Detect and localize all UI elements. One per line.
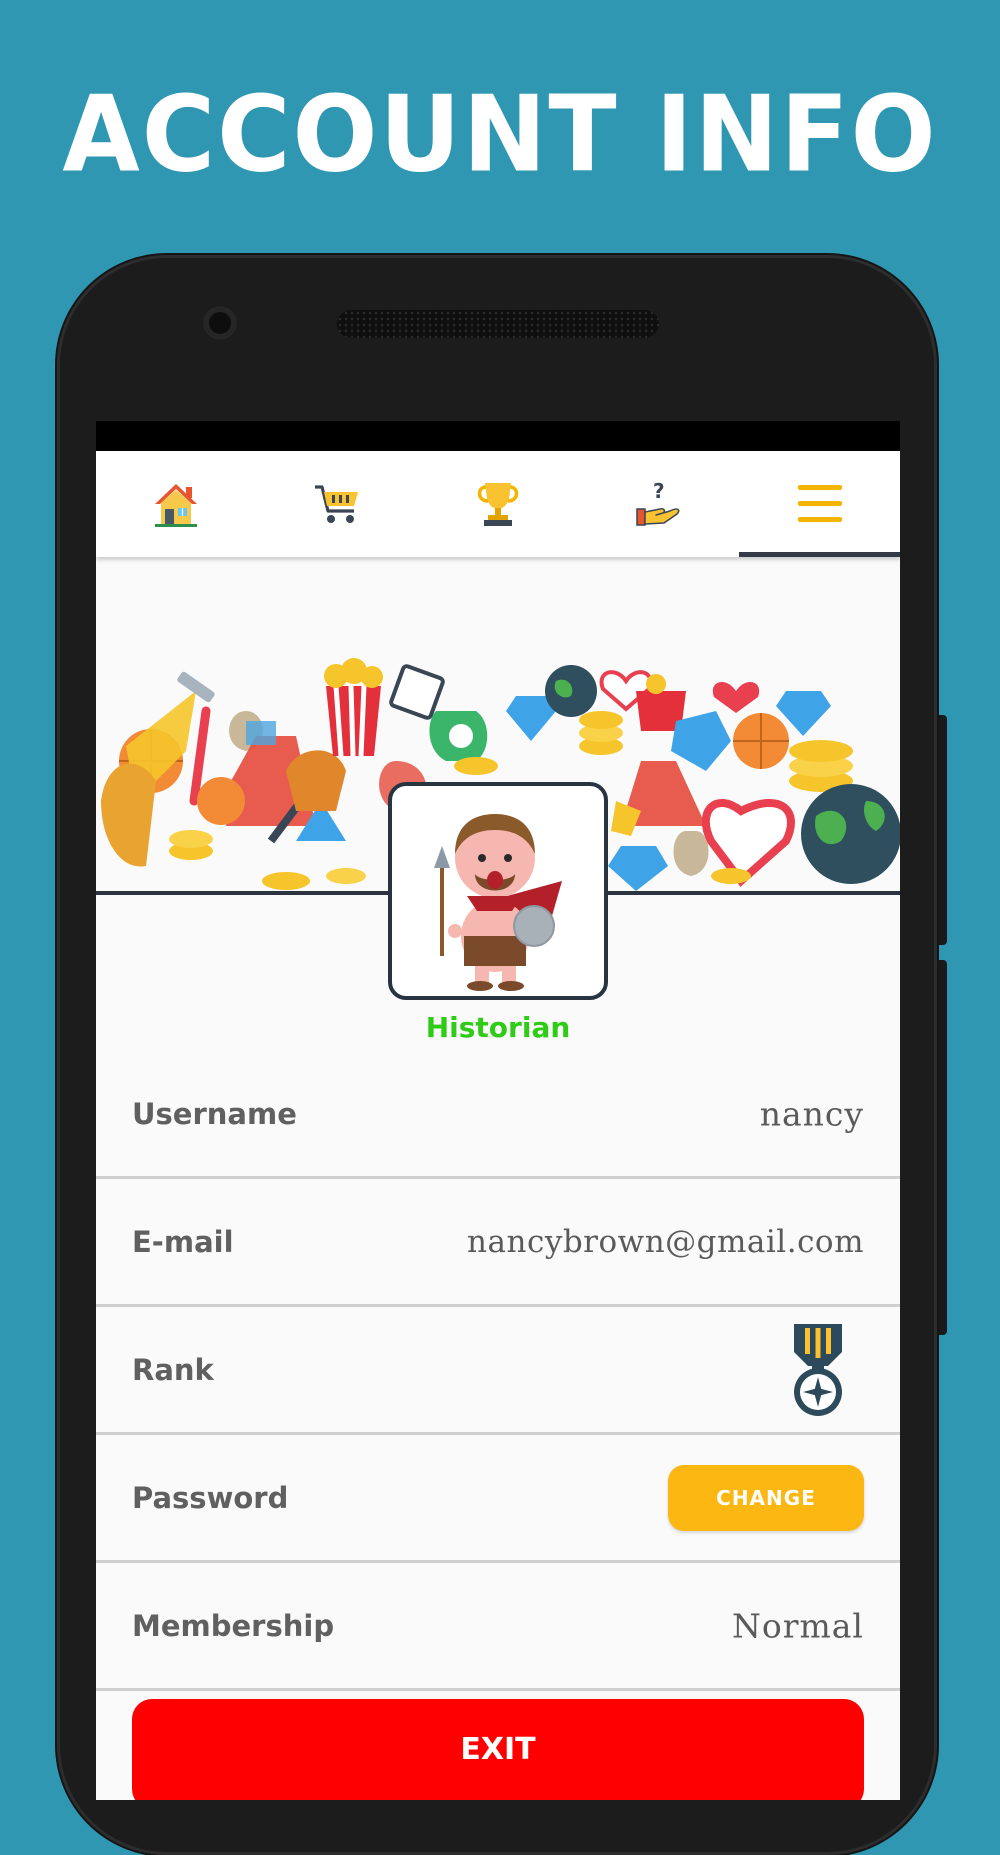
username-value: nancy <box>759 1094 864 1133</box>
help-hand-icon: ? <box>636 479 680 526</box>
svg-text:?: ? <box>653 479 665 503</box>
password-label: Password <box>132 1480 289 1515</box>
nav-leaderboard[interactable] <box>418 451 579 557</box>
cart-icon <box>315 485 359 523</box>
nav-shop[interactable] <box>257 451 418 557</box>
nav-help[interactable]: ? <box>578 451 739 557</box>
menu-icon <box>797 485 842 522</box>
username-label: Username <box>132 1096 297 1131</box>
rank-row: Rank <box>96 1307 900 1435</box>
nav-menu[interactable] <box>739 451 900 557</box>
trophy-icon <box>477 483 519 526</box>
phone-camera <box>203 306 237 340</box>
avatar[interactable] <box>388 782 608 1000</box>
email-row: E-mail nancybrown@gmail.com <box>96 1179 900 1307</box>
membership-value: Normal <box>731 1606 864 1645</box>
username-row: Username nancy <box>96 1051 900 1179</box>
membership-row: Membership Normal <box>96 1563 900 1691</box>
password-row: Password CHANGE <box>96 1435 900 1563</box>
nav-home[interactable] <box>96 451 257 557</box>
medal-icon <box>794 1323 842 1416</box>
gladiator-avatar-icon <box>434 814 562 991</box>
promo-title: ACCOUNT INFO <box>62 73 938 196</box>
phone-speaker <box>337 310 659 338</box>
change-password-button[interactable]: CHANGE <box>668 1464 864 1531</box>
email-value: nancybrown@gmail.com <box>467 1223 864 1260</box>
membership-label: Membership <box>132 1608 335 1643</box>
app-screen: ? Historian Username nancy E-mail nancyb… <box>96 421 900 1800</box>
home-icon <box>155 484 198 527</box>
exit-button[interactable]: EXIT <box>132 1699 864 1800</box>
email-label: E-mail <box>132 1224 234 1259</box>
rank-label: Rank <box>132 1352 214 1387</box>
status-bar <box>96 421 900 451</box>
player-title: Historian <box>425 1011 571 1044</box>
top-nav-bar: ? <box>96 451 900 557</box>
